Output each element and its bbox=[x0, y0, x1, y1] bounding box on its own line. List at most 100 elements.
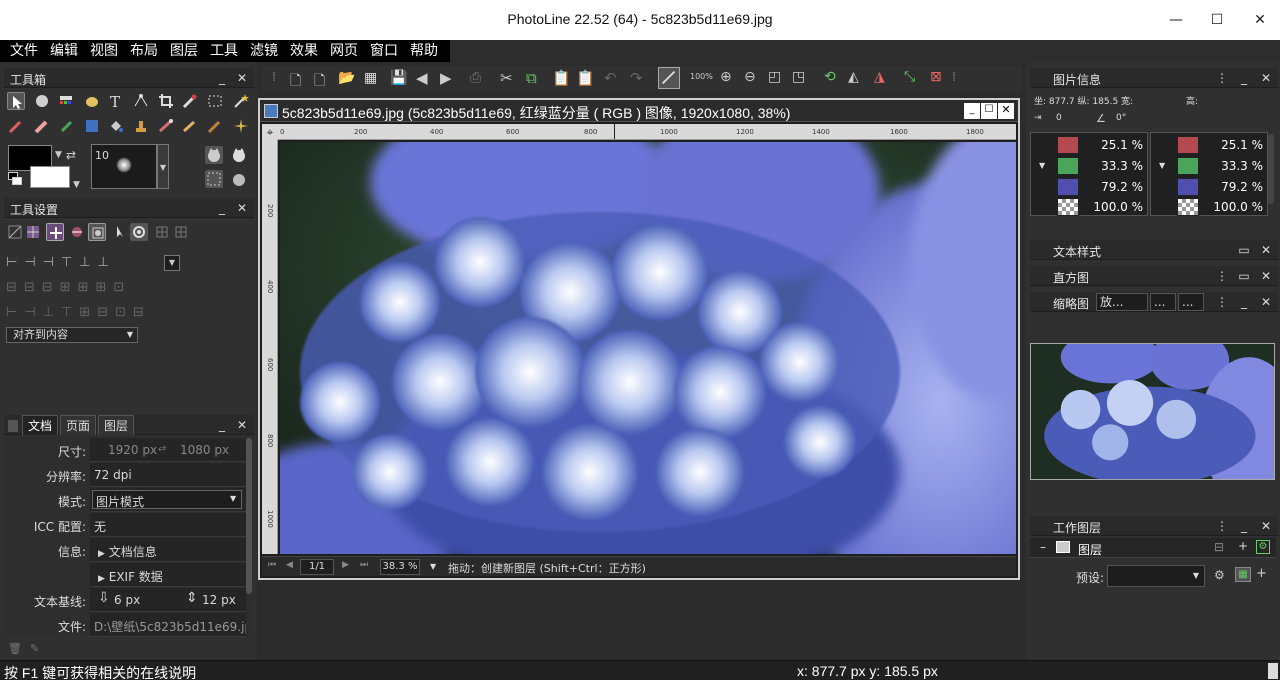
sponge-icon[interactable] bbox=[181, 117, 199, 135]
zoom-in-icon[interactable]: ⊕ bbox=[720, 69, 732, 85]
tab-page[interactable]: 页面 bbox=[60, 415, 97, 435]
more-icon[interactable]: ⋮ bbox=[1214, 294, 1230, 310]
previous-icon[interactable]: ◀ bbox=[416, 69, 428, 87]
thumbnail-option-1[interactable]: 放... bbox=[1096, 293, 1148, 311]
add-layer-icon[interactable]: + bbox=[1238, 539, 1248, 553]
shape-tool-icon[interactable] bbox=[83, 92, 101, 110]
more-icon[interactable]: ⋮ bbox=[1214, 70, 1230, 86]
collapse-icon[interactable]: _ bbox=[1236, 518, 1252, 534]
crop-tool-icon[interactable] bbox=[157, 92, 175, 110]
tab-layers[interactable]: 图层 bbox=[98, 415, 135, 435]
redo-icon[interactable]: ↷ bbox=[630, 69, 643, 87]
grid-small-icon[interactable] bbox=[153, 223, 171, 241]
collapse-icon[interactable]: _ bbox=[214, 417, 230, 433]
rect-select-icon[interactable] bbox=[206, 92, 224, 110]
collapse-icon[interactable]: _ bbox=[1236, 70, 1252, 86]
collapse-icon[interactable]: – bbox=[1040, 540, 1046, 554]
grid-pattern-icon[interactable] bbox=[24, 223, 42, 241]
edit-icon[interactable]: ✎ bbox=[30, 642, 39, 655]
menu-window[interactable]: 窗口 bbox=[364, 40, 404, 62]
undo-icon[interactable]: ↶ bbox=[604, 69, 617, 87]
close-icon[interactable]: ✕ bbox=[234, 417, 250, 433]
trash-icon[interactable]: 🗑 bbox=[8, 642, 22, 655]
clone-stamp-icon[interactable] bbox=[58, 117, 76, 135]
subtract-point-icon[interactable] bbox=[68, 223, 86, 241]
close-button[interactable]: ✕ bbox=[1247, 8, 1273, 32]
stamp-icon[interactable] bbox=[132, 117, 150, 135]
settings-gear-icon[interactable] bbox=[130, 223, 148, 241]
more-icon[interactable]: ⋮ bbox=[1214, 518, 1230, 534]
preset-save-icon[interactable]: ▦ bbox=[1235, 567, 1251, 582]
copy-icon[interactable]: ⧉ bbox=[526, 69, 537, 87]
intersect-icon[interactable] bbox=[88, 223, 106, 241]
next-page-icon[interactable]: ▶ bbox=[342, 560, 349, 570]
doc-close-button[interactable]: ✕ bbox=[998, 103, 1014, 119]
pointer-icon[interactable] bbox=[111, 223, 129, 241]
prev-page-icon[interactable]: ◀ bbox=[286, 560, 293, 570]
thumbnail-preview[interactable] bbox=[1030, 343, 1275, 480]
eyedropper-icon[interactable] bbox=[181, 92, 199, 110]
fit-page-icon[interactable]: ◰ bbox=[768, 69, 781, 85]
fit-width-icon[interactable]: ◳ bbox=[792, 69, 805, 85]
first-page-icon[interactable]: ⏮ bbox=[268, 560, 276, 570]
minimize-button[interactable]: — bbox=[1163, 8, 1189, 32]
new-document-icon[interactable]: 🗋 bbox=[290, 70, 301, 94]
ruler-origin-icon[interactable]: ⌖ bbox=[262, 124, 278, 140]
menu-layout[interactable]: 布局 bbox=[124, 40, 164, 62]
pencil-icon[interactable] bbox=[7, 117, 25, 135]
close-icon[interactable]: ✕ bbox=[1258, 518, 1274, 534]
info-scrollbar[interactable] bbox=[1268, 134, 1274, 204]
layer-settings-icon[interactable]: ⚙ bbox=[1256, 540, 1270, 554]
paste-special-icon[interactable]: 📋 bbox=[576, 69, 595, 87]
swap-colors-icon[interactable]: ⇄ bbox=[66, 148, 76, 162]
add-point-icon[interactable] bbox=[46, 223, 64, 241]
properties-scrollbar[interactable] bbox=[246, 438, 252, 594]
panel-grip-icon[interactable] bbox=[8, 420, 18, 432]
mode-dropdown-icon[interactable]: ▼ bbox=[1039, 161, 1045, 170]
open-icon[interactable]: 📂 bbox=[338, 70, 355, 86]
page-number-field[interactable]: 1/1 bbox=[300, 559, 334, 575]
browse-icon[interactable]: ▦ bbox=[364, 70, 377, 86]
collapse-icon[interactable]: _ bbox=[1236, 294, 1252, 310]
dropdown-arrow-icon[interactable]: ▼ bbox=[55, 150, 62, 160]
preset-settings-icon[interactable]: ⚙ bbox=[1214, 568, 1225, 582]
paste-icon[interactable]: 📋 bbox=[552, 69, 571, 87]
magic-wand-icon[interactable] bbox=[232, 92, 250, 110]
zoom-field[interactable]: 38.3 % bbox=[380, 559, 420, 575]
mode-dropdown-icon[interactable]: ▼ bbox=[1159, 161, 1165, 170]
preset-select[interactable]: ▼ bbox=[1107, 565, 1205, 587]
maximize-button[interactable]: ☐ bbox=[1204, 8, 1230, 32]
menu-layer[interactable]: 图层 bbox=[164, 40, 204, 62]
quick-mask-icon[interactable] bbox=[205, 170, 223, 188]
default-colors-icon[interactable] bbox=[8, 172, 24, 186]
menu-tools[interactable]: 工具 bbox=[204, 40, 244, 62]
transform-icon[interactable] bbox=[6, 223, 24, 241]
resize-icon[interactable]: ⤡ bbox=[904, 69, 915, 85]
cat-mask-icon[interactable] bbox=[230, 146, 248, 164]
close-icon[interactable]: ✕ bbox=[234, 200, 250, 216]
rotate-icon[interactable]: ⟲ bbox=[824, 69, 836, 85]
dropdown-arrow-icon[interactable]: ▼ bbox=[73, 180, 80, 190]
baseline-values[interactable]: ⇩ 6 px ⇕ 12 px bbox=[90, 588, 246, 612]
tab-document[interactable]: 文档 bbox=[22, 415, 59, 435]
mask-mode-icon[interactable] bbox=[205, 146, 223, 164]
blur-icon[interactable] bbox=[206, 117, 224, 135]
eraser-icon[interactable] bbox=[33, 117, 51, 135]
ellipse-tool-icon[interactable] bbox=[33, 92, 51, 110]
close-icon[interactable]: ✕ bbox=[1258, 294, 1274, 310]
doc-info-item[interactable]: ▶ 文档信息 bbox=[90, 538, 246, 562]
doc-minimize-button[interactable]: _ bbox=[964, 103, 980, 119]
background-color-swatch[interactable] bbox=[30, 166, 70, 188]
save-icon[interactable]: 💾 bbox=[390, 70, 407, 86]
layer-lock-icon[interactable]: ⊟ bbox=[1214, 540, 1224, 554]
new-page-icon[interactable]: 🗋 bbox=[314, 70, 325, 94]
resolution-value[interactable]: 72 dpi bbox=[90, 463, 246, 487]
close-icon[interactable]: ✕ bbox=[1258, 268, 1274, 284]
brush-dropdown-arrow-icon[interactable]: ▼ bbox=[157, 144, 169, 189]
thumbnail-option-2[interactable]: ... bbox=[1150, 293, 1176, 311]
maximize-icon[interactable]: ▭ bbox=[1236, 268, 1252, 284]
more-icon[interactable]: ⋮ bbox=[1214, 268, 1230, 284]
doc-maximize-button[interactable]: ☐ bbox=[981, 103, 997, 119]
cut-icon[interactable]: ✂ bbox=[500, 69, 513, 87]
menu-filter[interactable]: 滤镜 bbox=[244, 40, 284, 62]
